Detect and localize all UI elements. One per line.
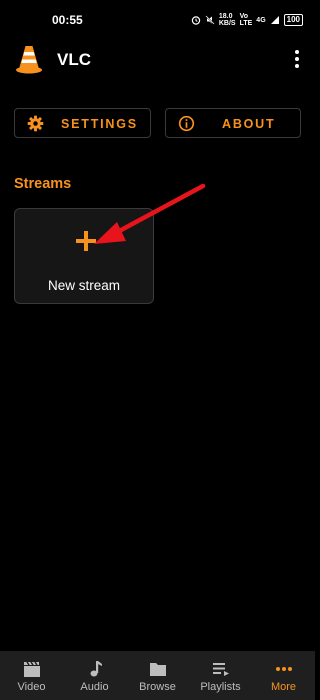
about-button[interactable]: ABOUT	[165, 108, 301, 138]
annotation-arrow	[94, 183, 206, 244]
nav-item-browse[interactable]: Browse	[126, 651, 189, 700]
alarm-icon	[191, 16, 201, 25]
speed-unit: KB/S	[218, 20, 236, 27]
battery-indicator: 100	[283, 14, 303, 26]
info-icon	[178, 115, 195, 132]
signal-icon	[270, 16, 279, 24]
nav-label-more: More	[270, 681, 297, 693]
streams-section-title: Streams	[14, 176, 72, 192]
nav-label-audio: Audio	[80, 681, 109, 693]
status-time: 00:55	[52, 13, 83, 27]
playlist-icon	[212, 663, 229, 676]
music-note-icon	[90, 661, 102, 677]
vlc-cone-icon	[16, 46, 42, 74]
more-dots-icon	[275, 667, 292, 671]
nav-label-browse: Browse	[139, 681, 176, 693]
new-stream-label: New stream	[47, 278, 120, 293]
plus-icon	[76, 231, 96, 251]
folder-icon	[149, 663, 166, 676]
app-bar: VLC	[0, 40, 315, 80]
bottom-navigation: Video Audio Browse Playlists More	[0, 651, 315, 700]
nav-item-more[interactable]: More	[252, 651, 315, 700]
speed-value: 18.0	[218, 13, 233, 20]
nav-item-audio[interactable]: Audio	[63, 651, 126, 700]
overflow-menu-icon[interactable]	[289, 48, 305, 70]
about-label: ABOUT	[222, 117, 276, 131]
mute-icon	[205, 15, 215, 25]
new-stream-card[interactable]: New stream	[14, 208, 154, 304]
video-clapper-icon	[23, 661, 40, 677]
gear-icon	[27, 115, 44, 132]
settings-button[interactable]: SETTINGS	[14, 108, 151, 138]
settings-label: SETTINGS	[61, 117, 138, 131]
volte-indicator: Vo LTE	[240, 13, 253, 27]
status-icons: 18.0 KB/S Vo LTE 4G 100	[191, 12, 303, 28]
status-bar: 00:55 18.0 KB/S Vo LTE 4G 100	[0, 0, 315, 40]
volte-bottom: LTE	[239, 20, 253, 27]
nav-label-video: Video	[17, 681, 46, 693]
volte-top: Vo	[239, 13, 249, 20]
network-speed: 18.0 KB/S	[219, 13, 236, 27]
network-type: 4G	[256, 16, 266, 24]
nav-item-playlists[interactable]: Playlists	[189, 651, 252, 700]
nav-label-playlists: Playlists	[200, 681, 241, 693]
app-title: VLC	[57, 50, 91, 69]
nav-item-video[interactable]: Video	[0, 651, 63, 700]
